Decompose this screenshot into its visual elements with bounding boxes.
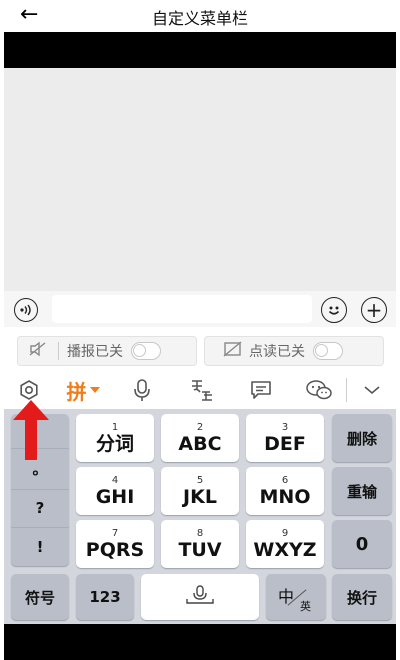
broadcast-label: 播报已关 <box>67 344 123 360</box>
delete-key[interactable]: 删除 <box>332 414 392 462</box>
read-toggle[interactable]: 点读已关 <box>204 336 384 366</box>
key-4[interactable]: 4 GHI <box>76 467 154 515</box>
read-label: 点读已关 <box>249 344 305 360</box>
chevron-down-icon[interactable] <box>357 371 387 409</box>
broadcast-toggle[interactable]: 播报已关 <box>17 336 197 366</box>
muted-speaker-icon <box>28 341 50 361</box>
key-9[interactable]: 9 WXYZ <box>246 520 324 568</box>
message-input[interactable] <box>52 295 312 323</box>
punct-question[interactable]: ? <box>11 488 69 528</box>
language-switch-key[interactable]: 中 英 <box>266 574 326 620</box>
wechat-icon[interactable] <box>302 371 336 409</box>
microphone-icon[interactable] <box>125 371 159 409</box>
space-key[interactable] <box>141 574 259 620</box>
top-black-band <box>4 32 396 68</box>
reset-key[interactable]: 重输 <box>332 467 392 515</box>
red-arrow-head <box>13 400 49 420</box>
symbols-key[interactable]: 符号 <box>11 574 69 620</box>
zero-key[interactable]: 0 <box>332 520 392 568</box>
key-7[interactable]: 7 PQRS <box>76 520 154 568</box>
dropdown-triangle-icon <box>89 387 100 393</box>
microphone-small-icon <box>185 585 215 609</box>
page-title: 自定义菜单栏 <box>151 9 248 28</box>
numbers-key[interactable]: 123 <box>76 574 134 620</box>
speaker-wave-icon[interactable] <box>14 298 38 322</box>
bottom-black-band <box>4 624 396 660</box>
plus-icon[interactable]: + <box>361 297 387 323</box>
read-switch[interactable] <box>313 342 343 360</box>
punct-period[interactable]: 。 <box>11 447 69 489</box>
pinyin-mode-button[interactable]: 拼 <box>58 371 108 409</box>
key-2[interactable]: 2 ABC <box>161 414 239 462</box>
smiley-icon[interactable] <box>321 297 347 323</box>
punctuation-column[interactable]: 。 ? ! <box>11 414 69 566</box>
pinyin-label: 拼 <box>66 379 87 404</box>
key-8[interactable]: 8 TUV <box>161 520 239 568</box>
red-arrow-stem <box>25 418 37 460</box>
handwriting-icon[interactable] <box>184 371 218 409</box>
divider <box>58 342 59 360</box>
punct-exclaim[interactable]: ! <box>11 527 69 566</box>
key-5[interactable]: 5 JKL <box>161 467 239 515</box>
enter-key[interactable]: 换行 <box>332 574 392 620</box>
key-6[interactable]: 6 MNO <box>246 467 324 515</box>
chat-area <box>4 68 396 291</box>
broadcast-switch[interactable] <box>131 342 161 360</box>
toolbar-divider <box>346 378 347 402</box>
no-image-icon <box>223 341 245 361</box>
text-bubble-icon[interactable] <box>244 371 278 409</box>
key-3[interactable]: 3 DEF <box>246 414 324 462</box>
key-1[interactable]: 1 分词 <box>76 414 154 462</box>
